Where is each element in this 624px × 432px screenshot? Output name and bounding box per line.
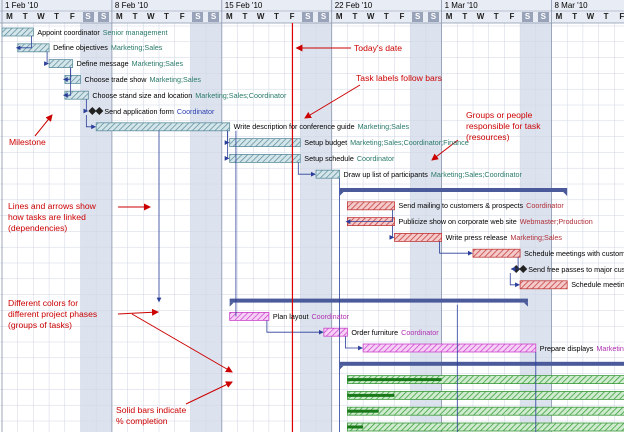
callout-lines-arrows: Lines and arrows show how tasks are link…: [8, 201, 96, 234]
callout-colors-phases: Different colors for different project p…: [8, 298, 97, 331]
callout-lines-line-3: (dependencies): [8, 223, 68, 233]
gantt-chart: 1 Feb '10 8 Feb '10 15 Feb '10 22 Feb '10 1 …: [0, 0, 624, 432]
callout-lines-line-2: how tasks are linked: [8, 212, 86, 222]
callout-solid-bars: Solid bars indicate % completion: [116, 405, 186, 427]
callout-groups-resources: Groups or people responsible for task (r…: [466, 110, 541, 143]
callout-groups-line-1: Groups or people: [466, 110, 533, 120]
callout-groups-line-3: (resources): [466, 132, 510, 142]
callout-groups-line-2: responsible for task: [466, 121, 541, 131]
callout-solid-line-2: % completion: [116, 416, 168, 426]
callout-task-labels: Task labels follow bars: [356, 73, 442, 83]
callout-todays-date: Today's date: [354, 43, 402, 53]
callout-colors-line-3: (groups of tasks): [8, 320, 72, 330]
callout-milestone: Milestone: [9, 137, 46, 147]
callout-colors-line-1: Different colors for: [8, 298, 79, 308]
callout-lines-line-1: Lines and arrows show: [8, 201, 96, 211]
callout-colors-line-2: different project phases: [8, 309, 98, 319]
annotations-layer: Today's date Task labels follow bars Gro…: [0, 0, 624, 432]
callout-solid-line-1: Solid bars indicate: [116, 405, 187, 415]
